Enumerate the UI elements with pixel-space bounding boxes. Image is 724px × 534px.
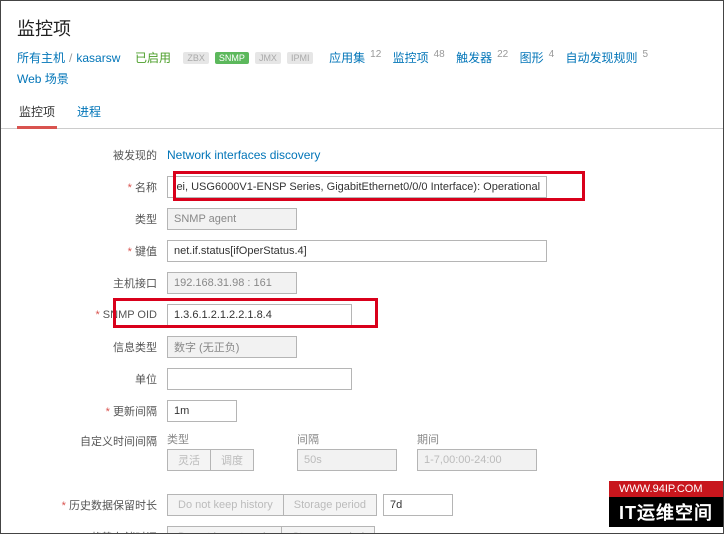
flex-btn-sched[interactable]: 调度 <box>211 449 254 471</box>
sub-label-interval: 间隔 <box>297 431 417 447</box>
label-trend: 趋势存储时间 <box>17 529 167 534</box>
sub-label-period: 期间 <box>417 431 547 447</box>
trend-btn-nokeep[interactable]: Do not keep trends <box>167 526 282 534</box>
label-discovered: 被发现的 <box>17 147 167 163</box>
label-hostif: 主机接口 <box>17 275 167 291</box>
nav-triggers-count: 22 <box>497 49 508 60</box>
nav-graphs-count: 4 <box>549 49 555 60</box>
nav-triggers[interactable]: 触发器 <box>456 49 492 66</box>
input-history[interactable] <box>383 494 453 516</box>
history-btn-period[interactable]: Storage period <box>284 494 377 516</box>
input-type <box>167 208 297 230</box>
nav-graphs[interactable]: 图形 <box>520 49 544 66</box>
nav-web[interactable]: Web 场景 <box>17 70 69 87</box>
sub-label-type: 类型 <box>167 431 297 447</box>
form: 被发现的 Network interfaces discovery 名称 类型 … <box>1 129 723 534</box>
breadcrumb-sep: / <box>69 51 72 65</box>
label-oid: SNMP OID <box>17 309 167 321</box>
tag-jmx: JMX <box>255 52 281 64</box>
input-interval[interactable] <box>167 400 237 422</box>
nav-apps-count: 12 <box>370 49 381 60</box>
trend-btn-period[interactable]: Storage period <box>282 526 375 534</box>
tag-zbx: ZBX <box>183 52 209 64</box>
tab-process[interactable]: 进程 <box>75 97 103 128</box>
label-key: 键值 <box>17 243 167 259</box>
watermark-text: IT运维空间 <box>609 497 723 527</box>
flex-btn-flex[interactable]: 灵活 <box>167 449 211 471</box>
label-name: 名称 <box>17 179 167 195</box>
tag-ipmi: IPMI <box>287 52 314 64</box>
label-unit: 单位 <box>17 371 167 387</box>
input-flex-period <box>417 449 537 471</box>
input-unit[interactable] <box>167 368 352 390</box>
watermark-url: WWW.94IP.COM <box>609 481 723 497</box>
label-custom-interval: 自定义时间间隔 <box>17 431 167 449</box>
nav-apps[interactable]: 应用集 <box>329 49 365 66</box>
input-infotype <box>167 336 297 358</box>
input-oid[interactable] <box>167 304 352 326</box>
tabs: 监控项 进程 <box>1 97 723 129</box>
label-interval: 更新间隔 <box>17 403 167 419</box>
tag-snmp: SNMP <box>215 52 249 64</box>
page-title: 监控项 <box>1 1 723 49</box>
input-name[interactable] <box>167 176 547 198</box>
nav-discovery[interactable]: 自动发现规则 <box>566 49 638 66</box>
nav-discovery-count: 5 <box>643 49 649 60</box>
status-enabled: 已启用 <box>135 49 171 66</box>
label-type: 类型 <box>17 211 167 227</box>
label-history: 历史数据保留时长 <box>17 497 167 513</box>
breadcrumb-host[interactable]: kasarsw <box>76 51 120 65</box>
link-discovery-rule[interactable]: Network interfaces discovery <box>167 148 320 162</box>
input-key[interactable] <box>167 240 547 262</box>
breadcrumb: 所有主机 / kasarsw 已启用 ZBX SNMP JMX IPMI 应用集… <box>1 49 723 97</box>
nav-items[interactable]: 监控项 <box>393 49 429 66</box>
input-hostif <box>167 272 297 294</box>
breadcrumb-all-hosts[interactable]: 所有主机 <box>17 49 65 66</box>
label-infotype: 信息类型 <box>17 339 167 355</box>
watermark: WWW.94IP.COM IT运维空间 <box>609 481 723 527</box>
tab-item[interactable]: 监控项 <box>17 97 57 129</box>
input-flex-interval <box>297 449 397 471</box>
history-btn-nokeep[interactable]: Do not keep history <box>167 494 284 516</box>
nav-items-count: 48 <box>434 49 445 60</box>
